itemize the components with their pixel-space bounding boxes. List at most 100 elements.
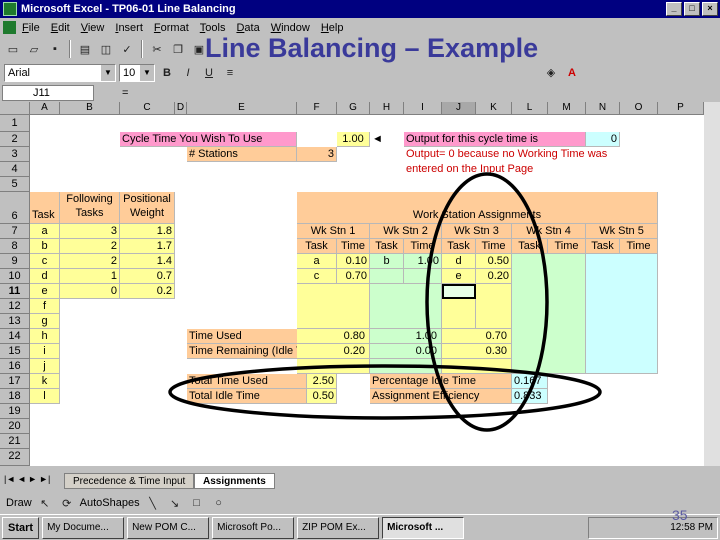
column-header[interactable]: D [175,102,187,115]
following-cell[interactable]: 0 [60,284,120,299]
station-header[interactable]: Wk Stn 4 [512,224,586,239]
oval-icon[interactable]: ○ [210,494,228,512]
assign-time-cell[interactable]: 0.50 [476,254,512,269]
pct-idle-label[interactable]: Percentage Idle Time [370,374,512,389]
column-header[interactable]: F [297,102,337,115]
column-header[interactable]: M [548,102,586,115]
column-header[interactable]: G [337,102,370,115]
assign-time-cell[interactable]: 1.00 [404,254,442,269]
task-cell[interactable]: h [30,329,60,344]
spelling-icon[interactable]: ✓ [118,40,136,58]
weight-cell[interactable]: 1.7 [120,239,175,254]
row-header[interactable]: 22 [0,449,30,466]
row-header[interactable]: 20 [0,419,30,434]
assign-task-cell[interactable] [370,269,404,284]
column-header[interactable]: A [30,102,60,115]
following-cell[interactable]: 2 [60,239,120,254]
column-header[interactable]: L [512,102,548,115]
subheader-time[interactable]: Time [476,239,512,254]
task-cell[interactable]: b [30,239,60,254]
row-header[interactable]: 19 [0,404,30,419]
italic-icon[interactable]: I [179,64,197,82]
output-value[interactable]: 0 [586,132,620,147]
task-cell[interactable]: j [30,359,60,374]
font-color-icon[interactable]: A [563,64,581,82]
task-header[interactable]: Task [30,192,60,224]
row-header[interactable]: 1 [0,115,30,132]
line-icon[interactable]: ╲ [144,494,162,512]
pct-idle-value[interactable]: 0.167 [512,374,548,389]
row-header[interactable]: 15 [0,344,30,359]
total-time-used-value[interactable]: 2.50 [307,374,337,389]
cycle-time-value[interactable]: 1.00 [337,132,370,147]
sheet-tab-precedence[interactable]: Precedence & Time Input [64,473,195,489]
weight-cell[interactable]: 1.4 [120,254,175,269]
cycle-time-label[interactable]: Cycle Time You Wish To Use [120,132,297,147]
row-header[interactable]: 2 [0,132,30,147]
font-select[interactable]: Arial ▼ [4,63,116,82]
assign-time-cell[interactable]: 0.70 [337,269,370,284]
stations-value[interactable]: 3 [297,147,337,162]
station-header[interactable]: Wk Stn 2 [370,224,442,239]
column-header[interactable]: E [187,102,297,115]
prev-sheet-icon[interactable]: ◄ [17,474,26,484]
weight-cell[interactable]: 0.7 [120,269,175,284]
cut-icon[interactable]: ✂ [148,40,166,58]
row-header[interactable]: 7 [0,224,30,239]
active-cell-j11[interactable] [442,284,476,299]
following-cell[interactable]: 1 [60,269,120,284]
align-left-icon[interactable]: ≡ [221,64,239,82]
assign-task-cell[interactable]: e [442,269,476,284]
row-header[interactable]: 17 [0,374,30,389]
subheader-task[interactable]: Task [370,239,404,254]
rectangle-icon[interactable]: □ [188,494,206,512]
task-cell[interactable]: i [30,344,60,359]
station-fill[interactable] [442,359,512,374]
row-header[interactable]: 21 [0,434,30,449]
menu-tools[interactable]: Tools [200,22,226,34]
open-icon[interactable]: ▱ [25,40,43,58]
station-fill[interactable] [370,284,442,329]
row-header[interactable]: 5 [0,177,30,192]
maximize-button[interactable]: □ [684,2,700,16]
worksheet-grid[interactable]: A B C D E F G H I J K L M N O P 1 2 3 4 … [0,102,720,466]
column-header[interactable]: O [620,102,658,115]
assignments-header[interactable]: Work Station Assignments [297,192,658,224]
following-cell[interactable]: 2 [60,254,120,269]
last-sheet-icon[interactable]: ►| [39,474,50,484]
assign-time-cell[interactable]: 0.20 [476,269,512,284]
time-used-station1[interactable]: 0.80 [297,329,370,344]
column-header[interactable]: K [476,102,512,115]
total-idle-value[interactable]: 0.50 [307,389,337,404]
menu-file[interactable]: File [22,22,40,34]
task-cell[interactable]: c [30,254,60,269]
subheader-time[interactable]: Time [548,239,586,254]
weight-cell[interactable]: 1.8 [120,224,175,239]
task-cell[interactable]: e [30,284,60,299]
select-objects-icon[interactable]: ↖ [36,494,54,512]
taskbar-button[interactable]: My Docume... [42,516,125,539]
assign-task-cell[interactable]: d [442,254,476,269]
column-header[interactable]: I [404,102,442,115]
output-label[interactable]: Output for this cycle time is [404,132,586,147]
vertical-scrollbar[interactable] [704,102,720,466]
column-header[interactable]: B [60,102,120,115]
arrow-icon[interactable]: ↘ [166,494,184,512]
row-header[interactable]: 13 [0,314,30,329]
positional-weight-header[interactable]: Positional Weight [120,192,175,224]
select-all-corner[interactable] [0,102,30,115]
row-header[interactable]: 4 [0,162,30,177]
new-icon[interactable]: ▭ [4,40,22,58]
menu-format[interactable]: Format [154,22,189,34]
subheader-time[interactable]: Time [620,239,658,254]
print-icon[interactable]: ▤ [76,40,94,58]
row-header[interactable]: 8 [0,239,30,254]
start-button[interactable]: Start [2,516,40,539]
name-box[interactable]: J11 [2,85,94,101]
station-fill[interactable] [512,254,586,374]
station-header[interactable]: Wk Stn 5 [586,224,658,239]
save-icon[interactable]: ▪ [46,40,64,58]
assign-task-cell[interactable]: c [297,269,337,284]
next-sheet-icon[interactable]: ► [28,474,37,484]
station-fill[interactable] [476,284,512,329]
